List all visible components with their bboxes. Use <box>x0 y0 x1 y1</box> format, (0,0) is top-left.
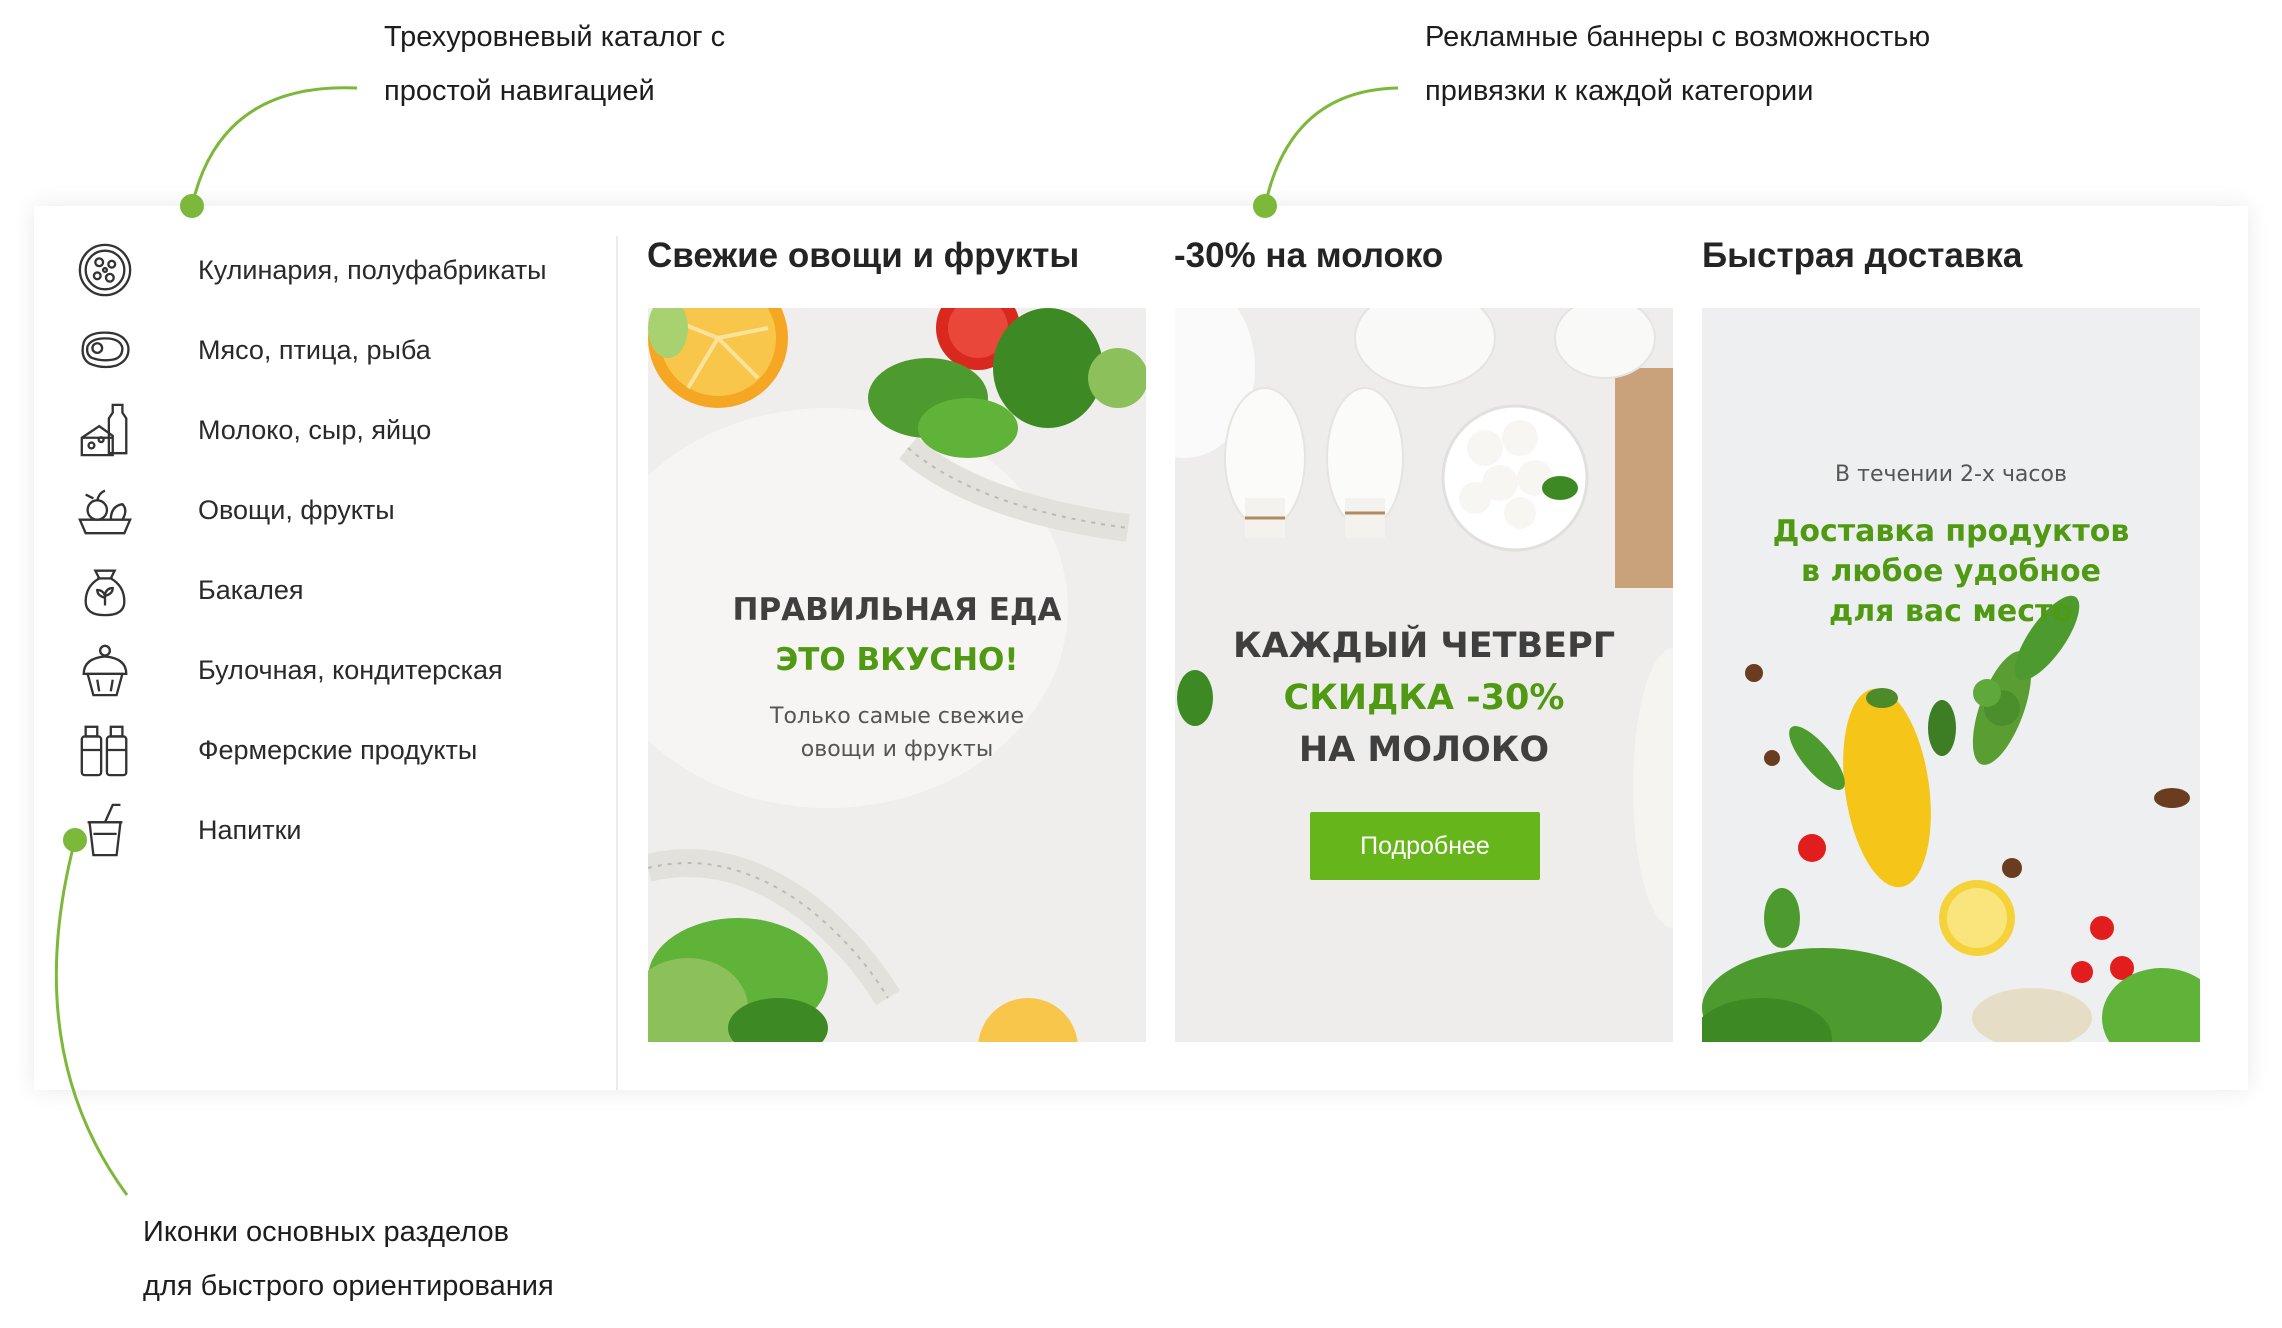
column-title-delivery: Быстрая доставка <box>1702 236 2023 275</box>
annotation-icons-line2: для быстрого ориентирования <box>143 1270 554 1302</box>
farm-bottles-icon <box>74 719 136 781</box>
menu-item-label: Бакалея <box>198 574 304 605</box>
meat-icon <box>74 319 136 381</box>
banner-milk-image <box>1175 308 1673 1042</box>
menu-item-label: Булочная, кондитерская <box>198 654 503 685</box>
menu-item-label: Овощи, фрукты <box>198 494 395 525</box>
category-menu: Кулинария, полуфабрикаты Мясо, птица, ры… <box>34 206 616 1090</box>
pizza-icon <box>74 239 136 301</box>
menu-item-label: Молоко, сыр, яйцо <box>198 414 432 445</box>
annotation-catalog-line1: Трехуровневый каталог с <box>384 21 726 53</box>
annotation-icons: Иконки основных разделов для быстрого ор… <box>143 1205 554 1313</box>
cupcake-icon <box>74 639 136 701</box>
banner-delivery-line2: в любое удобное <box>1801 554 2101 589</box>
catalog-panel: Кулинария, полуфабрикаты Мясо, птица, ры… <box>34 206 2248 1090</box>
banner-milk-headline: КАЖДЫЙ ЧЕТВЕРГ <box>1232 626 1616 666</box>
banner-delivery-line3: для вас место <box>1828 594 2073 629</box>
grocery-sack-icon <box>74 559 136 621</box>
banner-delivery-small: В течении 2-х часов <box>1835 462 2067 487</box>
menu-item-vegetables[interactable]: Овощи, фрукты <box>74 478 604 542</box>
menu-item-culinary[interactable]: Кулинария, полуфабрикаты <box>74 238 604 302</box>
callout-catalog-line <box>190 86 358 207</box>
menu-item-meat[interactable]: Мясо, птица, рыба <box>74 318 604 382</box>
banner-fresh-subtext-2: овощи и фрукты <box>800 737 994 762</box>
menu-item-dairy[interactable]: Молоко, сыр, яйцо <box>74 398 604 462</box>
banner-fresh-subtext-1: Только самые свежие <box>770 704 1024 729</box>
annotation-banners: Рекламные баннеры с возможностью привязк… <box>1425 10 1930 118</box>
banner-milk-headline-2: НА МОЛОКО <box>1298 730 1550 770</box>
menu-item-label: Фермерские продукты <box>198 734 478 765</box>
annotation-banners-line1: Рекламные баннеры с возможностью <box>1425 21 1931 53</box>
menu-item-label: Кулинария, полуфабрикаты <box>198 254 547 285</box>
drink-cup-icon <box>74 799 136 861</box>
banner-milk-discount[interactable]: КАЖДЫЙ ЧЕТВЕРГ СКИДКА -30% НА МОЛОКО Под… <box>1175 308 1673 1042</box>
annotation-catalog-line2: простой навигацией <box>384 75 655 107</box>
menu-item-label: Напитки <box>198 814 302 845</box>
annotation-catalog: Трехуровневый каталог с простой навигаци… <box>384 10 725 118</box>
menu-item-grocery[interactable]: Бакалея <box>74 558 604 622</box>
callout-banners-line <box>1263 86 1399 207</box>
menu-item-farm[interactable]: Фермерские продукты <box>74 718 604 782</box>
dairy-icon <box>74 399 136 461</box>
menu-divider <box>616 236 618 1090</box>
banner-delivery-line1: Доставка продуктов <box>1772 514 2130 549</box>
banner-fast-delivery[interactable]: В течении 2-х часов Доставка продуктов в… <box>1702 308 2200 1042</box>
banner-fresh-food[interactable]: ПРАВИЛЬНАЯ ЕДА ЭТО ВКУСНО! Только самые … <box>648 308 1146 1042</box>
banner-fresh-headline: ПРАВИЛЬНАЯ ЕДА <box>732 592 1062 628</box>
menu-item-drinks[interactable]: Напитки <box>74 798 604 862</box>
banner-fresh-highlight: ЭТО ВКУСНО! <box>775 642 1019 678</box>
menu-item-label: Мясо, птица, рыба <box>198 334 431 365</box>
annotation-icons-line1: Иконки основных разделов <box>143 1216 509 1248</box>
column-title-fresh: Свежие овощи и фрукты <box>647 236 1080 275</box>
annotation-banners-line2: привязки к каждой категории <box>1425 75 1814 107</box>
menu-item-bakery[interactable]: Булочная, кондитерская <box>74 638 604 702</box>
more-details-button[interactable]: Подробнее <box>1310 812 1540 880</box>
banner-delivery-image <box>1702 308 2200 1042</box>
vegetables-icon <box>74 479 136 541</box>
column-title-milk: -30% на молоко <box>1174 236 1444 275</box>
banner-milk-highlight: СКИДКА -30% <box>1283 678 1565 718</box>
